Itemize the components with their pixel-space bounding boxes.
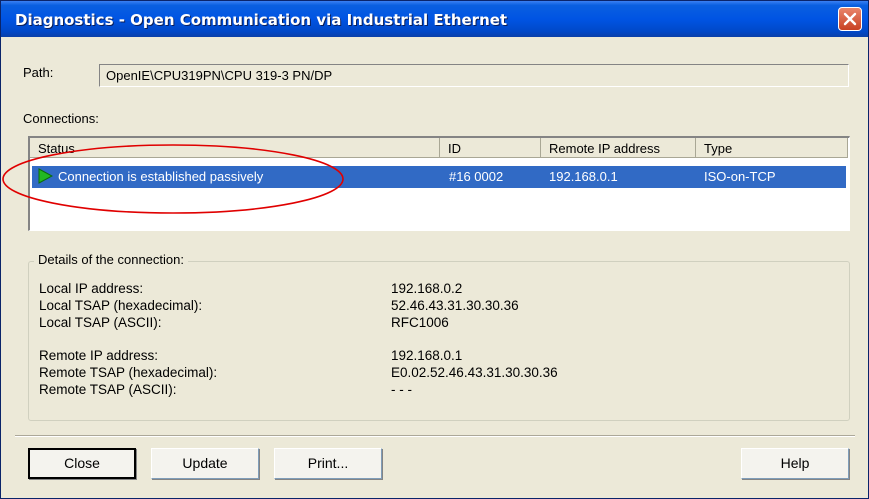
title-bar[interactable]: Diagnostics - Open Communication via Ind… <box>1 1 868 37</box>
connections-label: Connections: <box>23 111 99 126</box>
local-tsap-hex-value: 52.46.43.31.30.30.36 <box>391 298 519 313</box>
path-label: Path: <box>23 65 54 80</box>
connections-list[interactable]: Status ID Remote IP address Type Connect… <box>28 136 850 231</box>
column-header-status[interactable]: Status <box>30 138 440 158</box>
diagnostics-dialog: Diagnostics - Open Communication via Ind… <box>0 0 869 499</box>
local-tsap-ascii-label: Local TSAP (ASCII): <box>39 315 162 330</box>
print-button[interactable]: Print... <box>274 448 382 479</box>
connections-list-header: Status ID Remote IP address Type <box>30 138 849 158</box>
local-tsap-ascii-value: RFC1006 <box>391 315 449 330</box>
close-icon <box>843 12 857 26</box>
remote-ip-label: Remote IP address: <box>39 348 159 363</box>
path-field: OpenIE\CPU319PN\CPU 319-3 PN/DP <box>99 64 849 87</box>
column-header-type[interactable]: Type <box>696 138 848 158</box>
remote-tsap-ascii-value: - - - <box>391 382 412 397</box>
row-id: #16 0002 <box>449 169 504 184</box>
row-status: Connection is established passively <box>58 169 264 184</box>
local-tsap-hex-label: Local TSAP (hexadecimal): <box>39 298 203 313</box>
remote-tsap-ascii-label: Remote TSAP (ASCII): <box>39 382 177 397</box>
local-ip-value: 192.168.0.2 <box>391 281 463 296</box>
column-header-id[interactable]: ID <box>440 138 541 158</box>
remote-ip-value: 192.168.0.1 <box>391 348 463 363</box>
help-button[interactable]: Help <box>741 448 849 479</box>
update-button[interactable]: Update <box>151 448 259 479</box>
row-type: ISO-on-TCP <box>704 169 776 184</box>
column-header-remote-ip[interactable]: Remote IP address <box>541 138 696 158</box>
remote-tsap-hex-label: Remote TSAP (hexadecimal): <box>39 365 218 380</box>
local-ip-label: Local IP address: <box>39 281 144 296</box>
footer-separator <box>15 435 855 437</box>
details-legend: Details of the connection: <box>34 252 188 267</box>
row-remote-ip: 192.168.0.1 <box>549 169 618 184</box>
close-button[interactable]: Close <box>28 448 136 479</box>
window-title: Diagnostics - Open Communication via Ind… <box>15 11 508 29</box>
status-ok-icon <box>38 168 53 184</box>
table-row[interactable]: Connection is established passively #16 … <box>32 166 846 188</box>
remote-tsap-hex-value: E0.02.52.46.43.31.30.30.36 <box>391 365 558 380</box>
close-window-button[interactable] <box>838 7 862 31</box>
